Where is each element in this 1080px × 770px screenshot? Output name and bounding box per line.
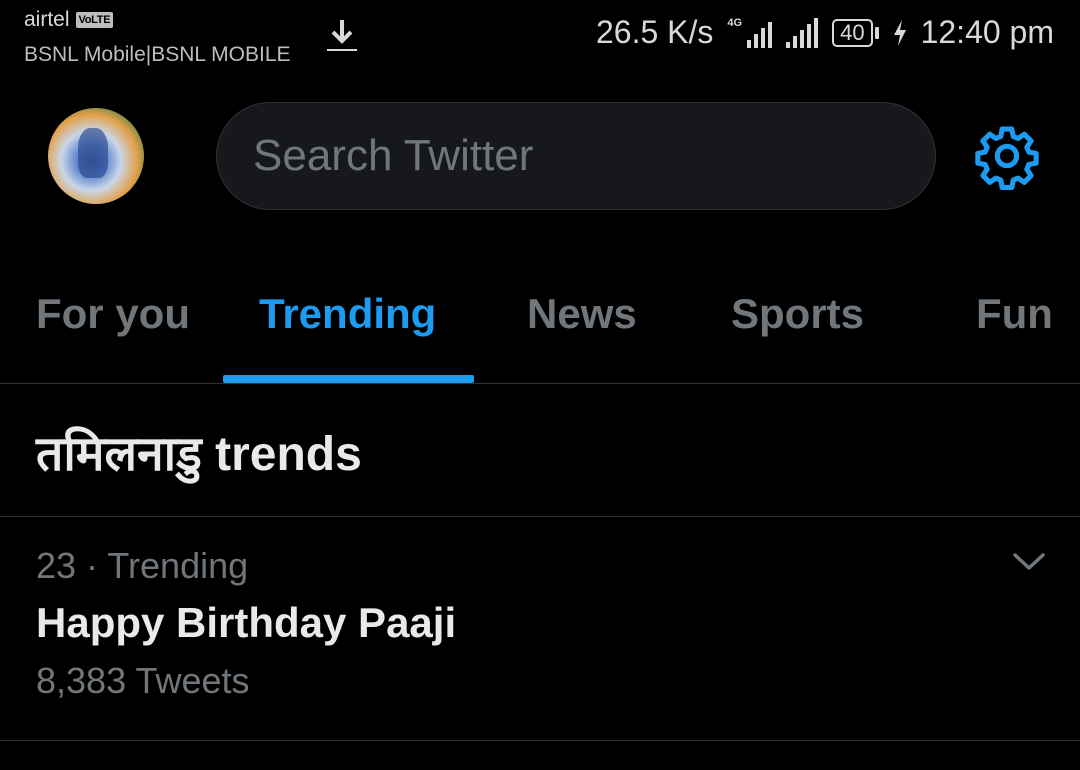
search-bar[interactable] — [216, 102, 936, 210]
download-icon — [327, 20, 357, 51]
search-input[interactable] — [253, 131, 935, 181]
tab-news[interactable]: News — [527, 290, 637, 338]
signal-icon — [786, 17, 819, 48]
charging-icon — [893, 19, 906, 46]
tab-sports[interactable]: Sports — [731, 290, 864, 338]
volte-badge: VoLTE — [75, 12, 114, 28]
section-title: तमिलनाडु trends — [36, 428, 362, 481]
tab-trending[interactable]: Trending — [259, 290, 436, 338]
battery-level: 40 — [832, 18, 873, 47]
explore-tabs: For you Trending News Sports Fun — [0, 270, 1080, 384]
network-speed: 26.5 K/s — [596, 14, 714, 50]
trend-tweet-count: 8,383 Tweets — [36, 660, 250, 701]
network-type: 4G — [727, 16, 743, 29]
trend-meta: 23 · Trending — [36, 545, 249, 586]
clock: 12:40 pm — [920, 14, 1054, 50]
gear-icon[interactable] — [973, 122, 1041, 190]
trend-name: Happy Birthday Paaji — [36, 599, 457, 646]
carrier-primary-label: airtel — [24, 8, 70, 31]
carrier-secondary: BSNL Mobile|BSNL MOBILE — [24, 43, 291, 66]
chevron-down-icon[interactable] — [1012, 551, 1046, 573]
trend-item[interactable]: 23 · Trending Happy Birthday Paaji 8,383… — [0, 517, 1080, 741]
tab-fun[interactable]: Fun — [976, 290, 1053, 338]
signal-icon: 4G — [727, 16, 773, 48]
active-tab-indicator — [223, 375, 474, 383]
battery-icon: 40 — [832, 18, 879, 47]
profile-avatar[interactable] — [48, 108, 144, 204]
status-bar-right: 26.5 K/s 4G 40 12:40 pm — [596, 14, 1054, 51]
carrier-primary: airtel VoLTE — [24, 8, 114, 32]
status-bar: airtel VoLTE BSNL Mobile|BSNL MOBILE 26.… — [0, 0, 1080, 80]
tab-for-you[interactable]: For you — [36, 290, 190, 338]
